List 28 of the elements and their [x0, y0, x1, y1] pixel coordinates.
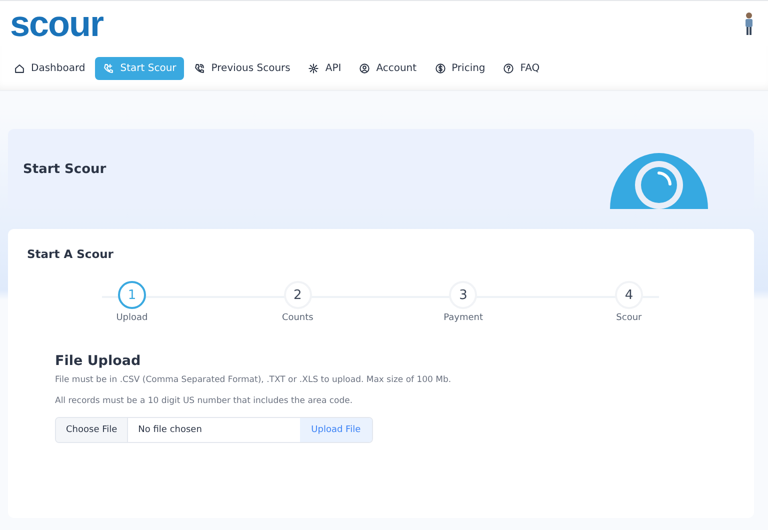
dollar-icon [434, 62, 446, 74]
file-input[interactable]: Choose File No file chosen Upload File [55, 417, 373, 443]
home-icon [14, 62, 25, 74]
nav-item[interactable]: Pricing [426, 56, 494, 80]
page-title: Start Scour [23, 162, 106, 176]
nav-item[interactable]: Dashboard [6, 56, 94, 80]
nav-item[interactable]: API [300, 56, 350, 80]
step-label: Upload [116, 313, 148, 323]
sparkle-icon [308, 62, 320, 74]
help-text: File must be in .CSV (Comma Separated Format), .TXT or .XLS to upload. Max size of 100 Mb. [55, 375, 452, 385]
nav-item[interactable]: FAQ [495, 56, 548, 80]
phone-icon [194, 62, 206, 74]
nav-item[interactable]: Account [351, 56, 425, 80]
step-number[interactable]: 2 [284, 281, 312, 309]
phone-icon [103, 62, 114, 74]
help-icon [503, 62, 514, 74]
avatar-icon[interactable] [744, 12, 754, 36]
card-title: Start A Scour [27, 247, 114, 261]
nav-item[interactable]: Previous Scours [186, 56, 298, 80]
step-label: Scour [616, 313, 642, 323]
section-title: File Upload [55, 353, 142, 369]
step-number[interactable]: 4 [614, 281, 643, 309]
step-label: Payment [444, 313, 484, 323]
step-label: Counts [282, 313, 314, 323]
help-text: All records must be a 10 digit US number that includes the area code. [55, 396, 354, 406]
step-number[interactable]: 3 [449, 281, 478, 309]
user-icon [359, 62, 370, 74]
logo[interactable]: scour [10, 6, 104, 42]
